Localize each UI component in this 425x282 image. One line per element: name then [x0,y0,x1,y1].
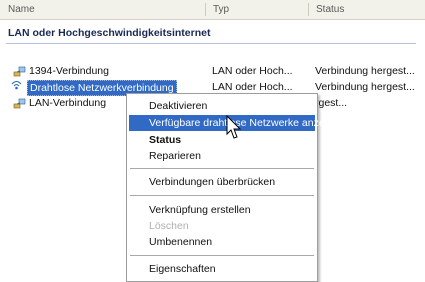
menu-item-label: Verknüpfung erstellen [149,204,251,216]
connection-name: 1394-Verbindung [29,65,109,77]
menu-separator [130,255,314,256]
mouse-pointer-icon [226,114,242,141]
menu-item-label: Löschen [149,220,189,232]
connection-type: LAN oder Hoch... [212,81,293,93]
connection-name: LAN-Verbindung [29,97,107,109]
menu-item-rename[interactable]: Umbenennen [129,234,315,250]
connection-row-1394[interactable]: 1394-Verbindung LAN oder Hoch... Verbind… [0,64,425,79]
context-menu: Deaktivieren Verfügbare drahtlose Netzwe… [126,93,345,282]
menu-item-create-shortcut[interactable]: Verknüpfung erstellen [129,202,315,218]
menu-separator [130,195,314,196]
menu-item-bridge-connections[interactable]: Verbindungen überbrücken [129,174,315,190]
wireless-connection-icon [10,78,23,91]
column-header-name[interactable]: Name [8,4,35,15]
menu-item-status[interactable]: Status [129,132,315,148]
column-header-type[interactable]: Typ [213,4,229,15]
menu-item-label: Verbindungen überbrücken [149,176,276,188]
column-header-status[interactable]: Status [316,4,344,15]
menu-item-view-wireless-networks[interactable]: Verfügbare drahtlose Netzwerke anzeigen [129,115,345,131]
menu-item-delete: Löschen [129,218,315,234]
network-connection-icon [13,97,26,110]
connection-status: Verbindung hergest... [315,81,415,93]
column-divider[interactable] [308,3,309,16]
menu-item-repair[interactable]: Reparieren [129,148,315,164]
column-header-bar: Name Typ Status [0,0,425,20]
menu-separator [130,168,314,169]
connection-type: LAN oder Hoch... [212,65,293,77]
menu-item-label: Deaktivieren [149,100,208,112]
menu-item-label: Verfügbare drahtlose Netzwerke anzeigen [149,117,345,129]
menu-item-label: Eigenschaften [149,263,216,275]
menu-item-deactivate[interactable]: Deaktivieren [129,98,315,114]
menu-item-properties[interactable]: Eigenschaften [129,261,315,277]
connection-status: rgest... [315,97,348,109]
network-connection-icon [13,65,26,78]
group-divider [6,43,416,44]
connection-status: Verbindung hergest... [315,65,415,77]
group-title: LAN oder Hochgeschwindigkeitsinternet [8,27,211,39]
menu-item-label: Status [149,134,182,146]
menu-item-label: Reparieren [149,150,201,162]
column-divider[interactable] [205,3,206,16]
menu-item-label: Umbenennen [149,236,213,248]
